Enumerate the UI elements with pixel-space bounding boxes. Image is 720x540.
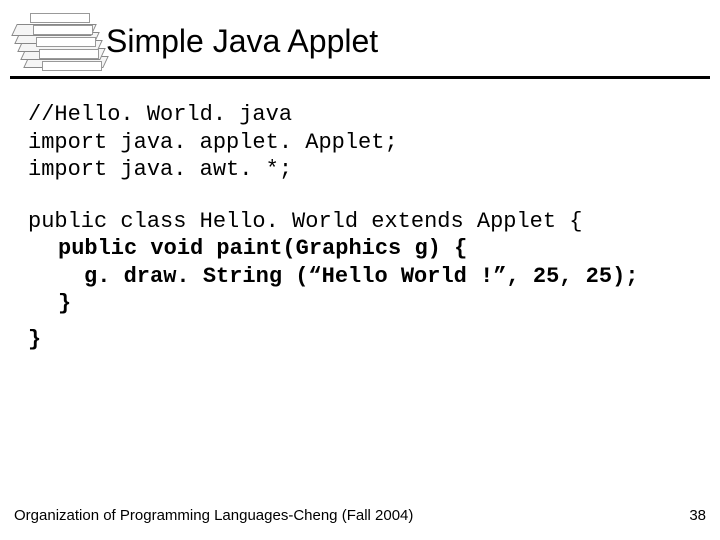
code-line-class: public class Hello. World extends Applet… bbox=[28, 208, 692, 236]
footer-text: Organization of Programming Languages-Ch… bbox=[14, 507, 413, 524]
stack-label-3 bbox=[36, 37, 96, 47]
code-line-comment: //Hello. World. java bbox=[28, 101, 692, 129]
slide-header: Simple Java Applet bbox=[0, 0, 720, 72]
code-line-import1: import java. applet. Applet; bbox=[28, 129, 692, 157]
code-line-close-class: } bbox=[28, 326, 692, 354]
code-line-drawstring: g. draw. String (“Hello World !”, 25, 25… bbox=[28, 263, 692, 291]
stack-label-top bbox=[30, 13, 90, 23]
code-line-close-method: } bbox=[28, 290, 692, 318]
slide-title: Simple Java Applet bbox=[106, 23, 378, 60]
stack-icon bbox=[8, 10, 100, 72]
stack-label-bottom bbox=[42, 61, 102, 71]
code-line-method: public void paint(Graphics g) { bbox=[28, 235, 692, 263]
page-number: 38 bbox=[689, 507, 706, 524]
stack-label-4 bbox=[39, 49, 99, 59]
code-block: //Hello. World. java import java. applet… bbox=[0, 79, 720, 353]
stack-label-2 bbox=[33, 25, 93, 35]
slide-footer: Organization of Programming Languages-Ch… bbox=[14, 507, 706, 524]
code-line-import2: import java. awt. *; bbox=[28, 156, 692, 184]
